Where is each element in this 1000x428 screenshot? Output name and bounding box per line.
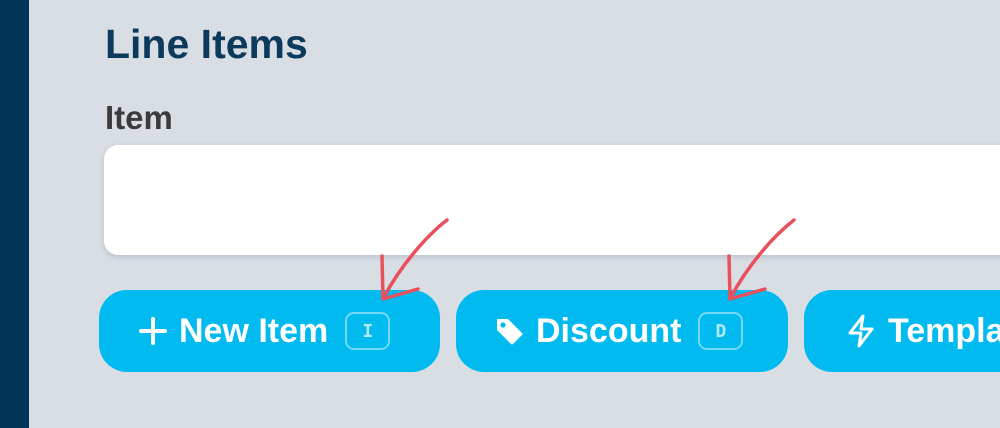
lightning-icon [846,314,876,348]
item-input[interactable] [104,145,1000,255]
section-title: Line Items [105,21,308,67]
discount-label: Discount [536,311,682,350]
new-item-label: New Item [179,311,329,350]
discount-shortcut: D [698,312,744,350]
sidebar-strip [0,0,29,428]
plus-icon [139,317,167,345]
templates-button[interactable]: Templa [804,290,1000,372]
tag-icon [494,316,524,346]
item-field-label: Item [105,99,173,136]
discount-button[interactable]: Discount D [456,290,788,372]
templates-label: Templa [888,311,1000,350]
new-item-shortcut: I [345,312,391,350]
new-item-button[interactable]: New Item I [99,290,440,372]
